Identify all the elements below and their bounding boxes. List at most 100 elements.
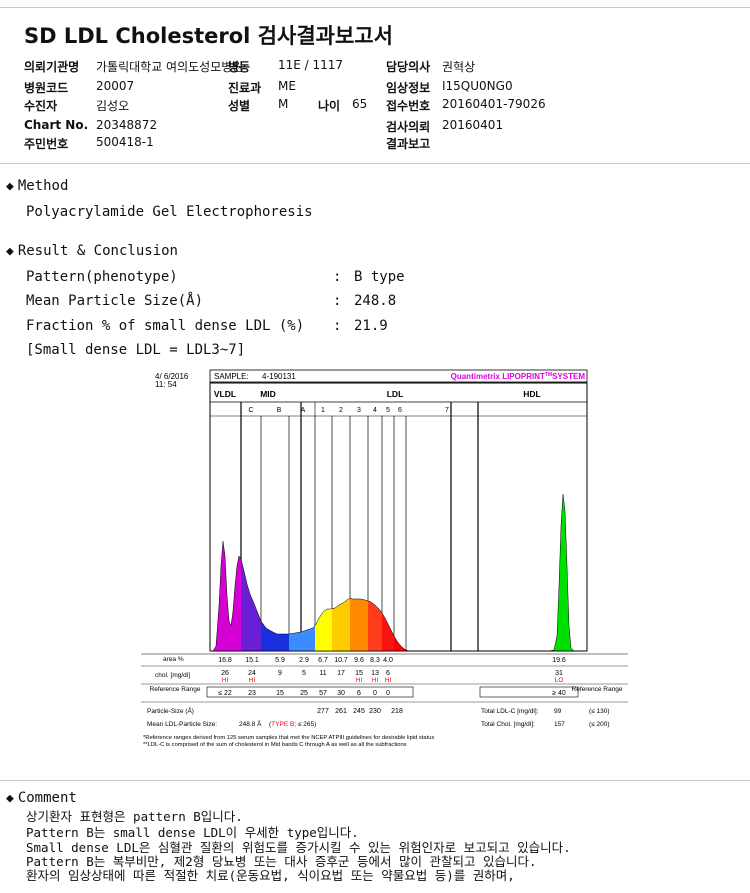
fraction-label: Fraction % of small dense LDL (%) [26,318,305,334]
report-title: SD LDL Cholesterol 검사결과보고서 [24,24,393,48]
header-divider [0,163,750,164]
area-cell-4: 6.7 [318,657,328,664]
brand-logo: Quantimetrix LIPOPRINTTMSYSTEM [451,372,586,381]
fraction-colon: : [333,318,342,334]
chol-flag-9: LO [555,677,564,684]
result-heading-text: Result & Conclusion [17,243,178,259]
ref-cell-3: 25 [300,690,308,697]
ref-right-label: Reference Range [572,686,623,693]
comment-heading-text: Comment [17,790,77,806]
chol-flag-6: HI [356,677,363,684]
method-text: Polyacrylamide Gel Electrophoresis [26,204,313,220]
chart-no-value: 20348872 [96,118,158,132]
group-label-vldl: VLDL [214,389,236,399]
ref-cell-4: 57 [319,690,327,697]
total-chol-ref: (≤ 200) [589,721,610,728]
area-cell-0: 16.8 [218,657,232,664]
clinical-info-label: 임상정보 [386,81,431,95]
result-report-label: 결과보고 [386,137,431,151]
area-cell-3: 2.9 [299,657,309,664]
band-label-3: 3 [357,407,361,414]
area-cell-9: 19.6 [552,657,566,664]
mean-size-value: 248.8 Å [239,719,262,728]
band-label-4: 4 [373,407,377,414]
chol-cell-3: 5 [302,670,306,677]
chol-cell-6: 15 [355,670,363,677]
doctor-value: 권혁상 [442,60,476,74]
particle-row-label: Particle-Size (Å) [147,706,194,715]
type-box: (TYPE B; ≤ 265) [269,721,316,728]
area-cell-1: 15.1 [245,657,259,664]
ref-cell-0: ≤ 22 [218,690,232,697]
resident-no-label: 주민번호 [24,137,69,151]
chol-row-label: chol. [mg/dl] [155,672,190,679]
particle-size-label: Mean Particle Size(Å) [26,293,204,309]
method-heading: ◆ Method [6,178,68,194]
ref-cell-8: 0 [386,690,390,697]
patient-value: 김성오 [96,99,130,113]
receipt-label: 접수번호 [386,99,431,113]
particle-cell-0: 277 [317,708,329,715]
method-heading-text: Method [17,178,69,194]
particle-size-value: 248.8 [354,293,397,309]
chol-flag-8: HI [385,677,392,684]
request-date-value: 20160401 [442,118,504,132]
particle-cell-4: 218 [391,708,403,715]
type-value: TYPE B [271,721,294,728]
group-label-mid: MID [260,389,276,399]
area-cell-5: 10.7 [334,657,348,664]
fraction-value: 21.9 [354,318,388,334]
particle-cell-1: 261 [335,708,347,715]
ref-cell-6: 6 [357,690,361,697]
patient-label: 수진자 [24,99,58,113]
area-cell-8: 4.0 [383,657,393,664]
department-label: 진료과 [228,81,262,95]
area-cell-7: 8.3 [370,657,380,664]
clinical-info-value: I15QU0NG0 [442,79,513,93]
chol-cell-2: 9 [278,670,282,677]
department-value: ME [278,79,296,93]
chart-time: 11: 54 [155,380,177,389]
comment-heading: ◆ Comment [6,790,77,806]
hospital-code-label: 병원코드 [24,81,69,95]
receipt-value: 20160401-79026 [442,97,546,111]
diamond-bullet-icon: ◆ [6,244,14,259]
hospital-code-value: 20007 [96,79,135,93]
particle-size-colon: : [333,293,342,309]
footnote-1: *Reference ranges derived from 125 serum… [143,735,434,741]
band-label-5: 5 [386,407,390,414]
peak-ldl-3 [350,598,368,651]
ref-row-label: Reference Range [150,686,201,693]
chol-cell-0: 26 [221,670,229,677]
ref-cell-1: 23 [248,690,256,697]
chol-flag-7: HI [372,677,379,684]
brand-name: Quantimetrix LIPOPRINT [451,372,545,381]
pattern-colon: : [333,269,342,285]
sdldl-note: [Small dense LDL = LDL3~7] [26,342,246,358]
band-label-b: B [277,407,282,414]
footnote-2: **LDL-C is comprised of the sum of chole… [143,742,407,748]
resident-no-value: 500418-1 [96,135,154,149]
brand-suffix: SYSTEM [552,372,585,381]
doctor-label: 담당의사 [386,60,431,74]
band-label-1: 1 [321,407,325,414]
chol-cell-5: 17 [337,670,345,677]
group-label-ldl: LDL [387,389,404,399]
age-value: 65 [352,97,368,111]
ref-cell-5: 30 [337,690,345,697]
chart-no-label: Chart No. [24,118,89,132]
chol-flag-0: HI [222,677,229,684]
comment-line-5: 환자의 임상상태에 따른 적절한 치료(운동요법, 식이요법 또는 약물요법 등… [26,868,515,883]
group-label-hdl: HDL [523,389,540,399]
top-border [0,0,750,8]
ward-value: 11E / 1117 [278,58,344,72]
sample-label: SAMPLE: [214,372,249,381]
band-label-7: 7 [445,407,449,414]
chol-cell-1: 24 [248,670,256,677]
area-cell-6: 9.6 [354,657,364,664]
area-cell-2: 5.9 [275,657,285,664]
chol-cell-8: 6 [386,670,390,677]
chol-cell-9: 31 [555,670,563,677]
institution-label: 의뢰기관명 [24,60,80,74]
age-label: 나이 [318,99,341,113]
